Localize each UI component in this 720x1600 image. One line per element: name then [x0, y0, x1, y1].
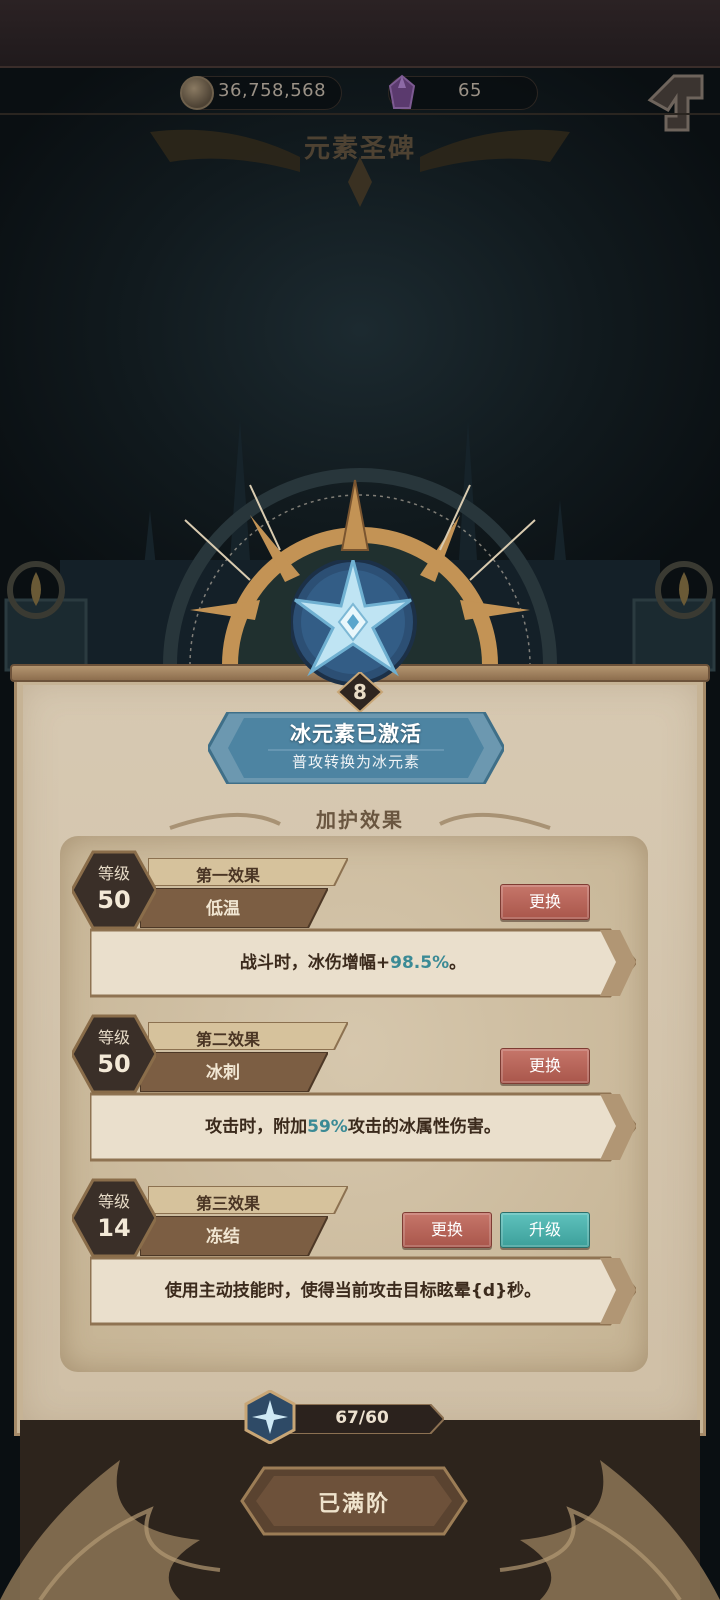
coin-icon: [180, 76, 214, 110]
replace-button[interactable]: 更换: [500, 884, 590, 920]
upgrade-button[interactable]: 升级: [500, 1212, 590, 1248]
level-value: 50: [97, 1050, 131, 1078]
effect-tag: 第一效果: [195, 866, 260, 885]
gem-amount: 65: [458, 80, 482, 101]
maxed-button[interactable]: 已满阶: [240, 1486, 468, 1518]
blessing-effects-title: 加护效果: [316, 808, 404, 832]
element-activated-title: 冰元素已激活: [290, 722, 422, 746]
page-title: 元素圣碑: [303, 134, 416, 164]
effect-row-1: 等级 50 第一效果 低温 更换 战斗时，冰伤增幅+98.5%。: [68, 850, 638, 1010]
ice-element-gem-icon: [244, 1390, 296, 1444]
element-progress: 67/60: [335, 1408, 389, 1428]
purple-crystal-icon: [388, 74, 416, 109]
gold-amount: 36,758,568: [218, 80, 327, 101]
level-label: 等级: [97, 864, 130, 883]
status-bar-area: [0, 0, 720, 68]
effect-row-2: 等级 50 第二效果 冰刺 更换 攻击时，附加59%攻击的冰属性伤害。: [68, 1014, 638, 1174]
replace-button[interactable]: 更换: [500, 1048, 590, 1084]
effect-tag: 第二效果: [195, 1030, 260, 1049]
effect-name: 冻结: [206, 1227, 240, 1247]
level-label: 等级: [97, 1192, 130, 1211]
level-label: 等级: [97, 1028, 130, 1047]
shrine-level: 8: [353, 680, 367, 704]
effect-name: 低温: [206, 899, 240, 919]
replace-button[interactable]: 更换: [402, 1212, 492, 1248]
effect-tag: 第三效果: [195, 1194, 260, 1213]
effect-name: 冰刺: [206, 1063, 240, 1083]
effect-description: 战斗时，冰伤增幅+98.5%。: [239, 953, 467, 973]
effect-description: 使用主动技能时，使得当前攻击目标眩晕{d}秒。: [164, 1281, 542, 1301]
level-value: 14: [97, 1214, 131, 1242]
level-value: 50: [97, 886, 131, 914]
effect-row-3: 等级 14 第三效果 冻结 更换 升级 使用主动技能时，使得当前攻击目标眩晕{d…: [68, 1178, 638, 1338]
element-activated-subtitle: 普攻转换为冰元素: [291, 753, 420, 771]
effect-description: 攻击时，附加59%攻击的冰属性伤害。: [205, 1117, 501, 1137]
